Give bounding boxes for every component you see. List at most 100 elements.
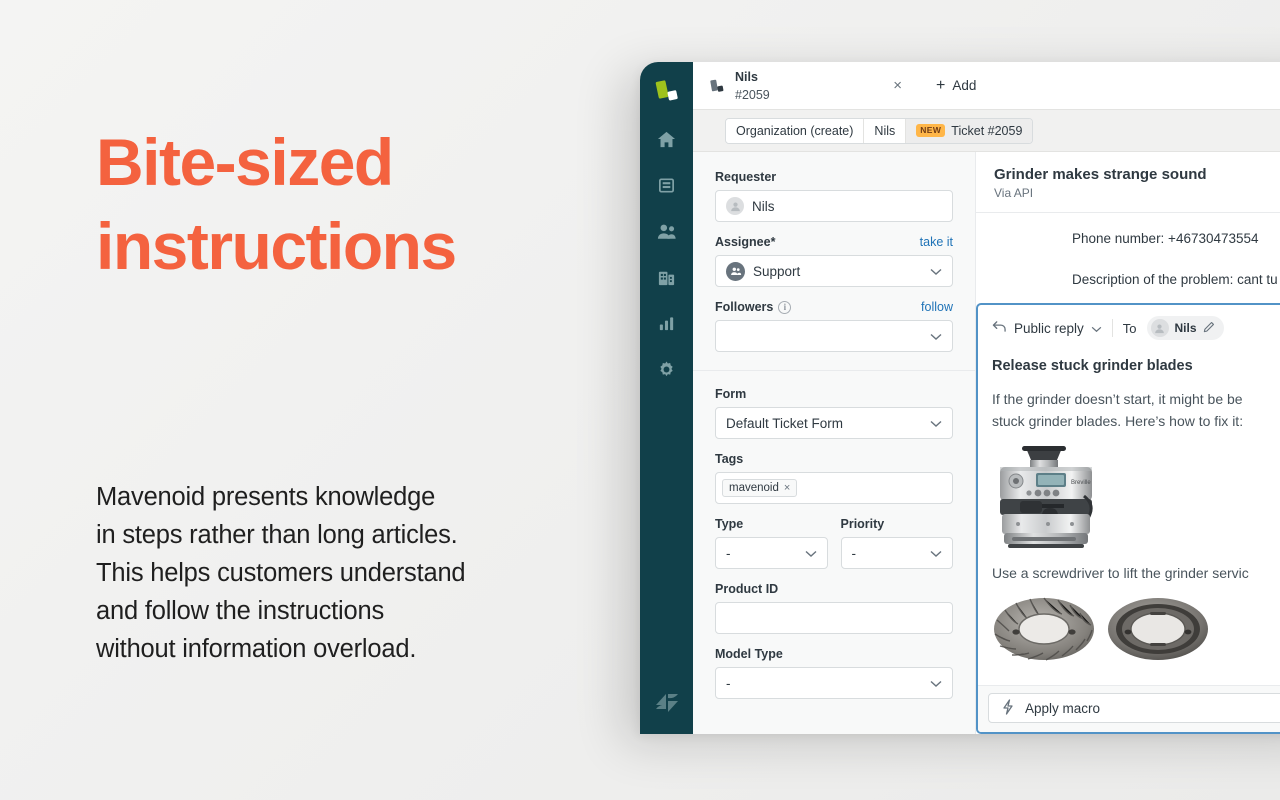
breadcrumb-item-organization[interactable]: Organization (create) [726,118,865,143]
svg-text:Breville: Breville [1071,480,1091,486]
form-label: Form [715,387,747,401]
breadcrumb-item-user[interactable]: Nils [864,118,907,143]
assignee-label: Assignee* [715,235,776,249]
customers-icon [657,222,677,241]
reporting-icon [657,314,676,333]
organizations-icon [657,268,676,287]
tab-title: Nils [735,69,758,84]
breadcrumb-label: Organization (create) [736,123,854,138]
ticket-description: Phone number: +46730473554 Description o… [976,213,1280,303]
field-label-row: Type [715,517,828,531]
take-it-link[interactable]: take it [920,235,953,249]
info-icon[interactable]: i [778,300,792,314]
main-area: Nils #2059 × + Add Organization (create) [693,62,1280,734]
home-icon [657,130,676,149]
recipient-pill[interactable]: Nils [1146,316,1224,340]
pencil-icon[interactable] [1203,321,1215,336]
assignee-select[interactable]: Support [715,255,953,287]
field-assignee: Assignee* take it Support [715,235,953,287]
chevron-down-icon [930,416,942,431]
field-label-row: Model Type [715,647,953,661]
views-icon [657,176,676,195]
priority-label: Priority [840,517,885,531]
reply-type-selector[interactable]: Public reply [992,320,1102,336]
type-select[interactable]: - [715,537,828,569]
field-label-row: Product ID [715,582,953,596]
followers-label-text: Followers [715,300,774,314]
field-label-row: Assignee* take it [715,235,953,249]
avatar [1150,319,1169,337]
marketing-body-text: Mavenoid presents knowledge in steps rat… [96,483,466,663]
nav-items [640,116,693,392]
field-form: Form Default Ticket Form [715,387,953,439]
grinder-burr-photo-left [992,596,1096,667]
ticket-icon [709,78,725,94]
breadcrumb-label: Nils [874,123,896,138]
sidebar-item-organizations[interactable] [640,254,693,300]
field-label-row: Tags [715,452,953,466]
reply-paragraph-2: Use a screwdriver to lift the grinder se… [992,565,1249,581]
requester-label: Requester [715,170,777,184]
product-id-input[interactable] [715,602,953,634]
add-tab-button[interactable]: + Add [918,62,1280,109]
followers-select[interactable] [715,320,953,352]
tag-label: mavenoid [729,482,779,494]
follow-link[interactable]: follow [921,300,953,314]
chevron-down-icon [930,546,942,561]
field-requester: Requester Nils [715,170,953,222]
reply-arrow-icon [992,320,1007,336]
field-tags: Tags mavenoid × [715,452,953,504]
tab-text: Nils #2059 [735,68,879,104]
sidebar-item-admin[interactable] [640,346,693,392]
close-icon[interactable]: × [889,74,906,97]
field-label-row: Form [715,387,953,401]
field-label-row: Requester [715,170,953,184]
model-type-select[interactable]: - [715,667,953,699]
priority-value: - [851,545,857,561]
form-value: Default Ticket Form [726,415,844,431]
zendesk-z-logo [654,690,680,716]
composer-body[interactable]: Release stuck grinder blades If the grin… [978,350,1280,685]
divider [1111,319,1113,337]
sidebar-item-views[interactable] [640,162,693,208]
page-title: Bite-sized instructions [96,125,457,283]
reply-paragraph-1: If the grinder doesn’t start, it might b… [992,391,1244,429]
avatar [726,197,744,215]
type-value: - [726,545,731,561]
composer-header: Public reply To Nils [978,305,1280,350]
remove-tag-icon[interactable]: × [784,482,790,494]
model-type-label: Model Type [715,647,783,661]
nav-rail [640,62,693,734]
chevron-down-icon [930,329,942,344]
tags-input[interactable]: mavenoid × [715,472,953,504]
chevron-down-icon [930,676,942,691]
ticket-header: Grinder makes strange sound Via API [976,152,1280,213]
reply-composer[interactable]: Public reply To Nils Release stuck grind… [976,303,1280,734]
field-label-row: Priority [841,517,954,531]
add-tab-label: Add [952,78,977,93]
field-label-row: Followers i follow [715,300,953,314]
field-type: Type - [715,517,828,569]
conversation-pane: Grinder makes strange sound Via API Phon… [976,152,1280,734]
breadcrumb-group: Organization (create) Nils NEW Ticket #2… [725,117,1034,144]
type-priority-row: Type - Priority - [715,517,953,582]
tab-ticket-2059[interactable]: Nils #2059 × [693,62,918,109]
tags-label: Tags [715,452,744,466]
group-avatar-icon [726,261,745,281]
chevron-down-icon [930,264,942,279]
sidebar-item-home[interactable] [640,116,693,162]
sidebar-item-customers[interactable] [640,208,693,254]
requester-value: Nils [752,198,775,214]
model-type-value: - [726,675,731,691]
tag-chip[interactable]: mavenoid × [722,479,798,497]
chevron-down-icon [805,546,817,561]
zendesk-logo[interactable] [652,77,682,107]
breadcrumb-item-ticket[interactable]: NEW Ticket #2059 [906,118,1033,143]
form-select[interactable]: Default Ticket Form [715,407,953,439]
macro-bar: Apply macro [978,685,1280,732]
apply-macro-button[interactable]: Apply macro [988,693,1280,723]
priority-select[interactable]: - [840,537,953,569]
ticket-via: Via API [994,186,1034,200]
sidebar-item-reporting[interactable] [640,300,693,346]
requester-input[interactable]: Nils [715,190,953,222]
